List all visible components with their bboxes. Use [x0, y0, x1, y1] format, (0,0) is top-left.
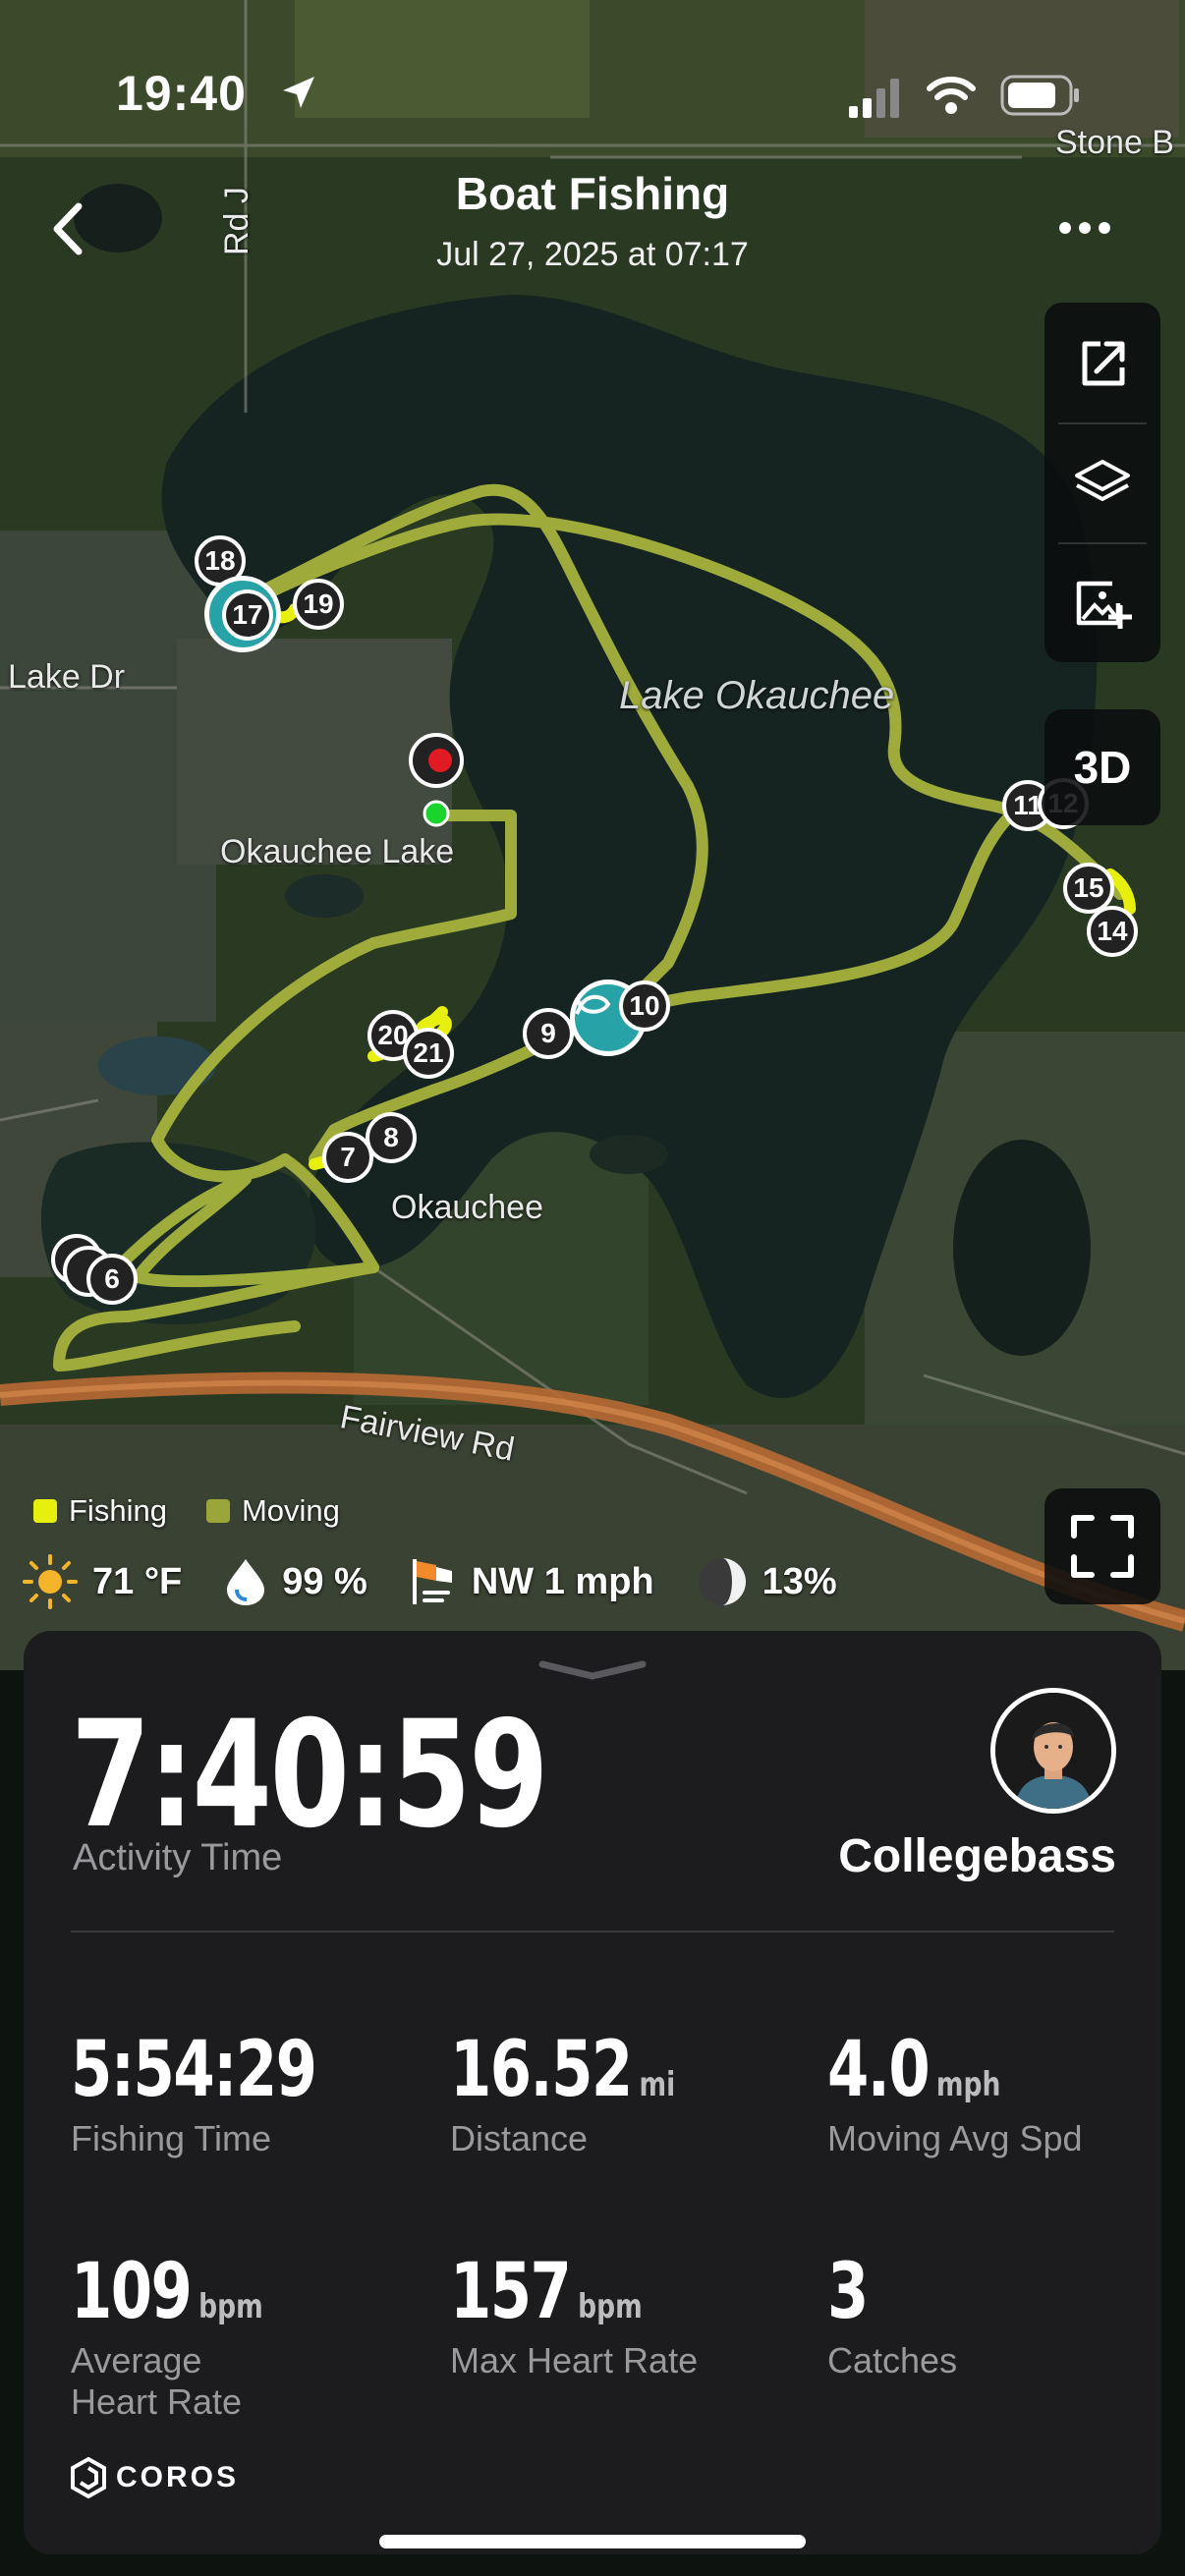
location-arrow-icon [283, 77, 314, 108]
humidity-value: 99 % [282, 1560, 367, 1602]
weather-wind: NW 1 mph [409, 1555, 654, 1608]
3d-view-button[interactable]: 3D [1044, 709, 1160, 825]
brand-name: COROS [116, 2461, 240, 2493]
waypoint-marker[interactable]: 21 [403, 1028, 454, 1079]
weather-bar: 71 °F 99 % NW 1 mph 13% [22, 1552, 878, 1611]
stat-value: 109 bpm [71, 2248, 263, 2336]
map-label-lake: Lake Okauchee [619, 674, 895, 717]
activity-time-value: 7:40:59 [71, 1690, 549, 1861]
waypoint-marker[interactable]: 6 [86, 1254, 138, 1305]
weather-moon: 13% [696, 1555, 837, 1608]
stat-max-heart-rate: 157 bpm Max Heart Rate [450, 2248, 698, 2381]
map-legend: Fishing Moving [33, 1493, 340, 1529]
more-options-button[interactable] [1051, 208, 1120, 248]
stat-label: Catches [827, 2340, 958, 2380]
sun-icon [23, 1554, 78, 1609]
fish-icon [575, 994, 611, 1015]
moving-swatch [205, 1499, 230, 1523]
stat-fishing-time: 5:54:29 Fishing Time [71, 2026, 385, 2159]
moon-phase-icon [698, 1558, 746, 1605]
map-toolbar [1044, 303, 1160, 662]
page-title: Boat Fishing [455, 168, 730, 219]
legend-fishing: Fishing [33, 1493, 167, 1529]
map-label-road: Lake Dr [8, 658, 126, 696]
weather-temperature: 71 °F [22, 1553, 182, 1610]
waypoint-marker[interactable]: 14 [1087, 906, 1138, 957]
map-label-town: Okauchee [391, 1189, 543, 1226]
activity-date: Jul 27, 2025 at 07:17 [436, 236, 749, 273]
coros-logo-icon [71, 2456, 106, 2499]
activity-time-label: Activity Time [73, 1837, 283, 1878]
wind-flag-icon [412, 1559, 452, 1604]
stat-label: Distance [450, 2118, 589, 2158]
cellular-signal-icon [849, 79, 899, 118]
section-divider [71, 1931, 1114, 1932]
ellipsis-icon [1059, 222, 1110, 234]
battery-icon [1000, 75, 1079, 116]
layers-icon [1075, 460, 1130, 501]
status-bar: 19:40 [0, 0, 1185, 147]
legend-label: Moving [241, 1493, 340, 1528]
stat-label: Moving Avg Spd [827, 2118, 1083, 2158]
waypoint-marker[interactable]: 19 [293, 579, 344, 630]
add-photo-button[interactable] [1044, 544, 1160, 662]
stat-label: Average Heart Rate [71, 2340, 243, 2422]
stat-catches: 3 Catches [827, 2248, 957, 2381]
map-layers-button[interactable] [1044, 424, 1160, 542]
wind-value: NW 1 mph [471, 1560, 654, 1602]
coros-logo: COROS [69, 2456, 239, 2499]
share-button[interactable] [1044, 305, 1160, 422]
stat-value: 4.0 mph [827, 2026, 1001, 2114]
legend-label: Fishing [69, 1493, 167, 1528]
stat-average-heart-rate: 109 bpm Average Heart Rate [71, 2248, 366, 2423]
stat-value: 16.52 mi [450, 2026, 676, 2114]
user-avatar-image [995, 1693, 1111, 1809]
fullscreen-icon [1071, 1515, 1134, 1578]
avatar[interactable] [990, 1688, 1116, 1814]
fullscreen-button[interactable] [1044, 1488, 1160, 1604]
username[interactable]: Collegebass [838, 1829, 1116, 1883]
moon-value: 13% [762, 1560, 837, 1602]
temperature-value: 71 °F [92, 1560, 183, 1602]
stat-distance: 16.52 mi Distance [450, 2026, 739, 2159]
stat-moving-avg-speed: 4.0 mph Moving Avg Spd [827, 2026, 1083, 2159]
legend-moving: Moving [205, 1493, 340, 1529]
stat-value: 157 bpm [450, 2248, 643, 2336]
stat-value: 3 [827, 2248, 869, 2336]
wifi-icon [927, 77, 976, 114]
share-icon [1082, 341, 1125, 386]
add-image-icon [1076, 581, 1132, 629]
waypoint-marker[interactable]: 17 [222, 589, 273, 641]
stat-label: Fishing Time [71, 2118, 272, 2158]
waypoint-marker[interactable]: 10 [619, 980, 670, 1032]
activity-summary-panel[interactable]: 7:40:59 Activity Time Collegebass 5:54:2… [24, 1631, 1161, 2554]
status-time: 19:40 [116, 66, 247, 121]
map-label-town: Okauchee Lake [220, 833, 455, 870]
fishing-swatch [33, 1499, 57, 1523]
weather-humidity: 99 % [223, 1556, 367, 1607]
home-indicator[interactable] [379, 2535, 806, 2548]
stat-label: Max Heart Rate [450, 2340, 699, 2380]
waypoint-marker[interactable]: 9 [523, 1008, 574, 1059]
humidity-drop-icon [227, 1559, 265, 1605]
stat-value: 5:54:29 [71, 2026, 317, 2114]
waypoint-marker[interactable]: 8 [366, 1112, 417, 1163]
drag-handle-icon[interactable] [538, 1660, 647, 1680]
